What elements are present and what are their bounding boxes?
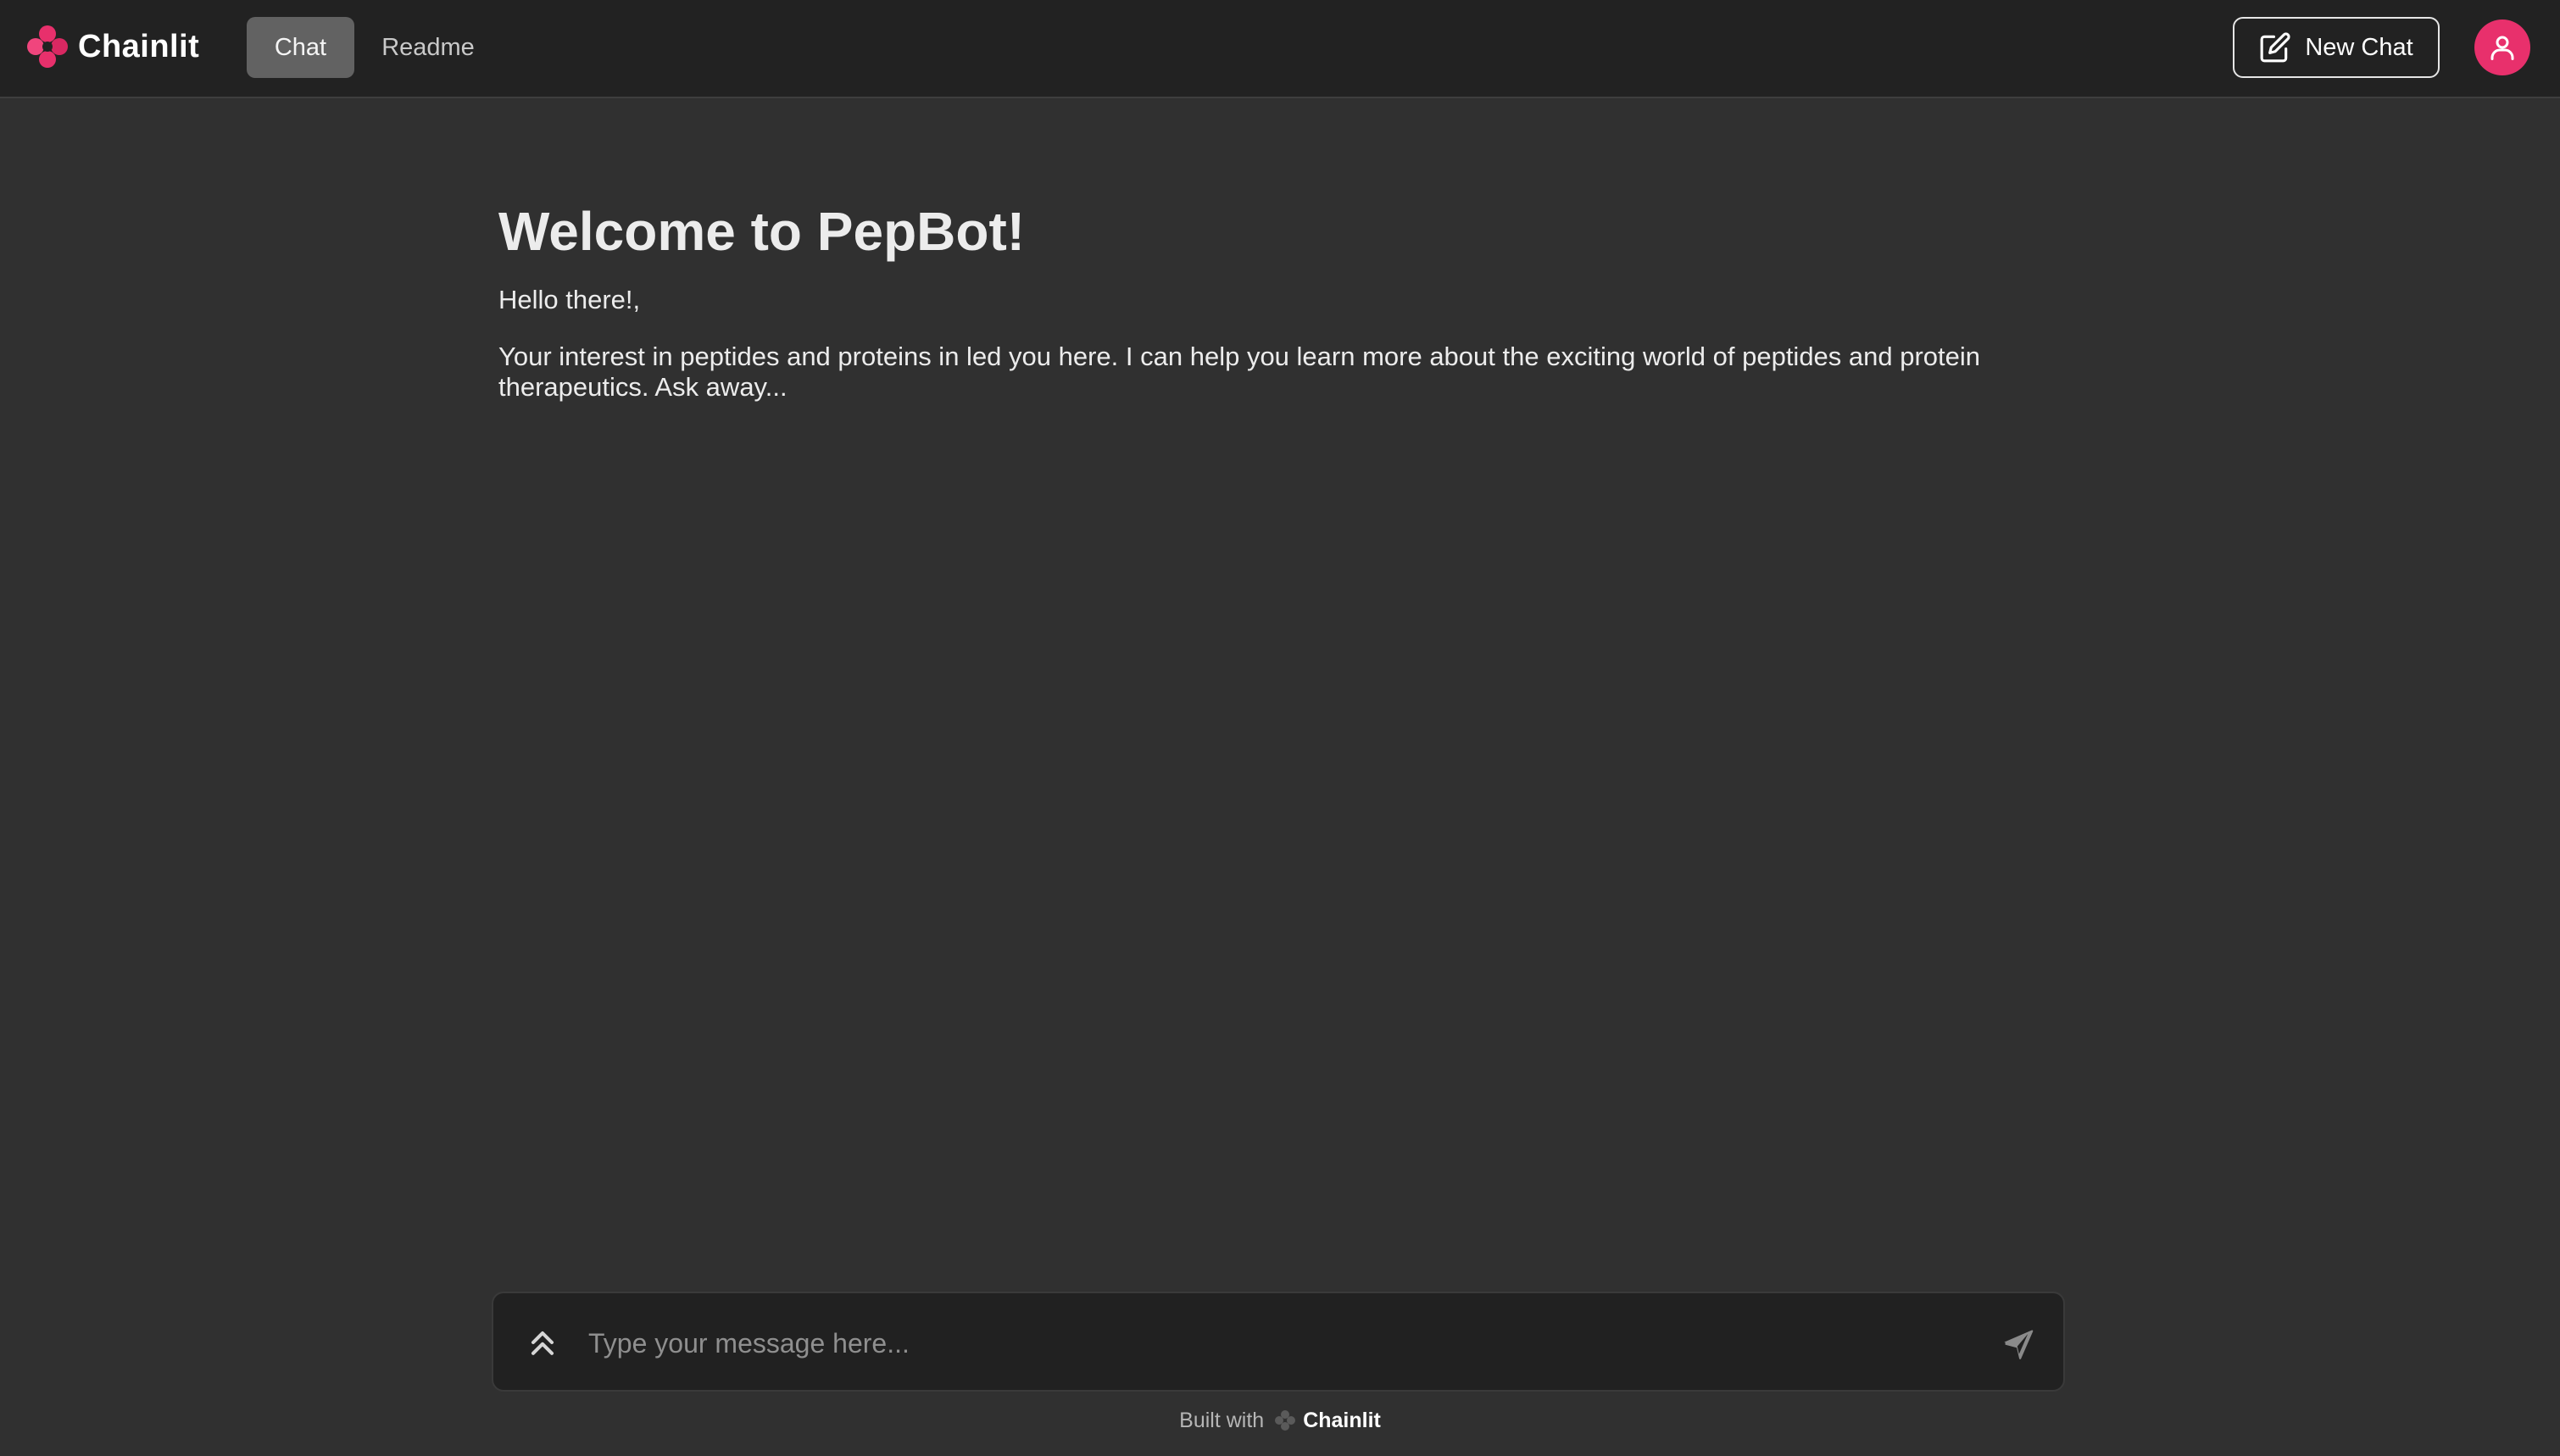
chainlit-logo[interactable]: Chainlit <box>25 24 199 69</box>
footer-brand[interactable]: Chainlit <box>1303 1409 1381 1433</box>
tab-chat[interactable]: Chat <box>247 17 354 78</box>
chainlit-logo-icon <box>27 25 68 68</box>
footer: Built with Chainlit <box>0 1403 2560 1437</box>
user-icon <box>2490 36 2514 60</box>
message-composer <box>492 1292 2065 1392</box>
brand-name: Chainlit <box>78 28 200 64</box>
welcome-body: Your interest in peptides and proteins i… <box>498 342 1981 402</box>
top-bar: Chainlit Chat Readme New Chat <box>0 0 2560 98</box>
tab-readme[interactable]: Readme <box>365 17 492 78</box>
built-with-text: Built with <box>1179 1408 1265 1432</box>
welcome-greeting: Hello there!, <box>498 285 641 314</box>
send-icon[interactable] <box>2001 1325 2036 1361</box>
new-chat-label: New Chat <box>2305 33 2413 61</box>
welcome-message: Welcome to PepBot! Hello there!, Your in… <box>498 195 2067 403</box>
message-input[interactable] <box>587 1314 1946 1373</box>
chainlit-mini-logo-icon <box>1275 1410 1296 1431</box>
chevrons-up-icon[interactable] <box>524 1324 561 1361</box>
user-avatar[interactable] <box>2474 19 2530 75</box>
edit-icon <box>2260 32 2290 63</box>
new-chat-button[interactable]: New Chat <box>2233 17 2440 78</box>
welcome-title: Welcome to PepBot! <box>498 201 1026 262</box>
